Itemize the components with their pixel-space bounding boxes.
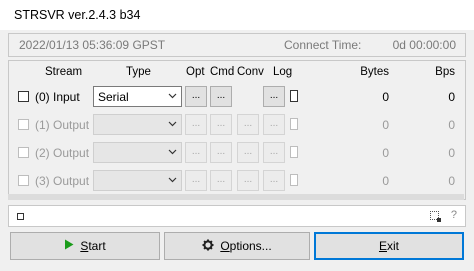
bytes-value: 0 xyxy=(382,146,389,160)
bytes-value: 0 xyxy=(382,118,389,132)
conv-button[interactable]: ... xyxy=(237,114,259,135)
options-button[interactable]: Options... xyxy=(164,232,310,260)
cmd-button[interactable]: ... xyxy=(210,170,232,191)
play-icon xyxy=(64,239,74,253)
stream-label: (2) Output xyxy=(35,146,90,160)
col-header-type: Type xyxy=(126,66,151,78)
stream-type-value: Serial xyxy=(98,90,129,104)
conv-button[interactable]: ... xyxy=(237,142,259,163)
col-header-cmd: Cmd xyxy=(210,66,235,78)
stream-enable-checkbox[interactable] xyxy=(18,119,29,130)
col-header-stream: Stream xyxy=(45,66,83,78)
bps-value: 0 xyxy=(448,146,455,160)
log-checkbox[interactable] xyxy=(290,146,298,158)
bytes-value: 0 xyxy=(382,174,389,188)
connect-time-label: Connect Time: xyxy=(284,38,362,52)
log-checkbox[interactable] xyxy=(290,174,298,186)
opt-button[interactable]: ... xyxy=(185,114,207,135)
trace-icon[interactable] xyxy=(430,211,441,222)
bps-value: 0 xyxy=(448,118,455,132)
chevron-down-icon xyxy=(168,119,177,128)
current-time: 2022/01/13 05:36:09 GPST xyxy=(19,38,166,52)
window-title: STRSVR ver.2.4.3 b34 xyxy=(14,8,141,22)
options-button-label: Options... xyxy=(220,239,272,253)
stream-label: (1) Output xyxy=(35,118,90,132)
log-button[interactable]: ... xyxy=(263,142,285,163)
stream-type-select[interactable] xyxy=(93,114,182,135)
help-icon[interactable]: ? xyxy=(451,209,457,221)
bps-value: 0 xyxy=(448,174,455,188)
col-header-bps: Bps xyxy=(435,66,455,78)
connect-time-value: 0d 00:00:00 xyxy=(392,38,456,52)
message-indicator xyxy=(17,213,24,220)
chevron-down-icon xyxy=(168,175,177,184)
stream-enable-checkbox[interactable] xyxy=(18,91,29,102)
start-button[interactable]: Start xyxy=(10,232,160,260)
bps-value: 0 xyxy=(448,90,455,104)
cmd-button[interactable]: ... xyxy=(210,142,232,163)
cmd-button[interactable]: ... xyxy=(210,114,232,135)
opt-button[interactable]: ... xyxy=(185,142,207,163)
log-button[interactable]: ... xyxy=(263,114,285,135)
col-header-opt: Opt xyxy=(186,66,205,78)
start-button-label: Start xyxy=(80,239,106,253)
log-button[interactable]: ... xyxy=(263,170,285,191)
stream-enable-checkbox[interactable] xyxy=(18,147,29,158)
stream-row-input-0: (0) Input Serial ... ... ... 0 0 xyxy=(9,83,465,111)
stream-row-output-3: (3) Output ... ... ... ... 0 0 xyxy=(9,167,465,195)
horizontal-scrollbar[interactable] xyxy=(8,194,464,200)
stream-enable-checkbox[interactable] xyxy=(18,175,29,186)
col-header-conv: Conv xyxy=(237,66,264,78)
log-checkbox[interactable] xyxy=(290,90,298,102)
col-header-bytes: Bytes xyxy=(360,66,389,78)
gear-icon xyxy=(202,239,214,254)
chevron-down-icon xyxy=(168,91,177,100)
stream-label: (0) Input xyxy=(35,90,80,104)
opt-button[interactable]: ... xyxy=(185,170,207,191)
stream-grid: Stream Type Opt Cmd Conv Log Bytes Bps (… xyxy=(8,60,466,200)
stream-row-output-2: (2) Output ... ... ... ... 0 0 xyxy=(9,139,465,167)
stream-type-select[interactable] xyxy=(93,170,182,191)
chevron-down-icon xyxy=(168,147,177,156)
log-checkbox[interactable] xyxy=(290,118,298,130)
opt-button[interactable]: ... xyxy=(185,86,207,107)
status-panel: 2022/01/13 05:36:09 GPST Connect Time: 0… xyxy=(8,33,466,57)
exit-button-label: Exit xyxy=(378,239,399,253)
title-bar: STRSVR ver.2.4.3 b34 xyxy=(0,0,474,30)
stream-row-output-1: (1) Output ... ... ... ... 0 0 xyxy=(9,111,465,139)
col-header-log: Log xyxy=(273,66,293,78)
exit-button[interactable]: Exit xyxy=(314,232,464,260)
conv-button[interactable]: ... xyxy=(237,170,259,191)
cmd-button[interactable]: ... xyxy=(210,86,232,107)
bytes-value: 0 xyxy=(382,90,389,104)
stream-type-select[interactable]: Serial xyxy=(93,86,182,107)
stream-type-select[interactable] xyxy=(93,142,182,163)
stream-label: (3) Output xyxy=(35,174,90,188)
message-panel: ? xyxy=(8,205,466,227)
log-button[interactable]: ... xyxy=(263,86,285,107)
